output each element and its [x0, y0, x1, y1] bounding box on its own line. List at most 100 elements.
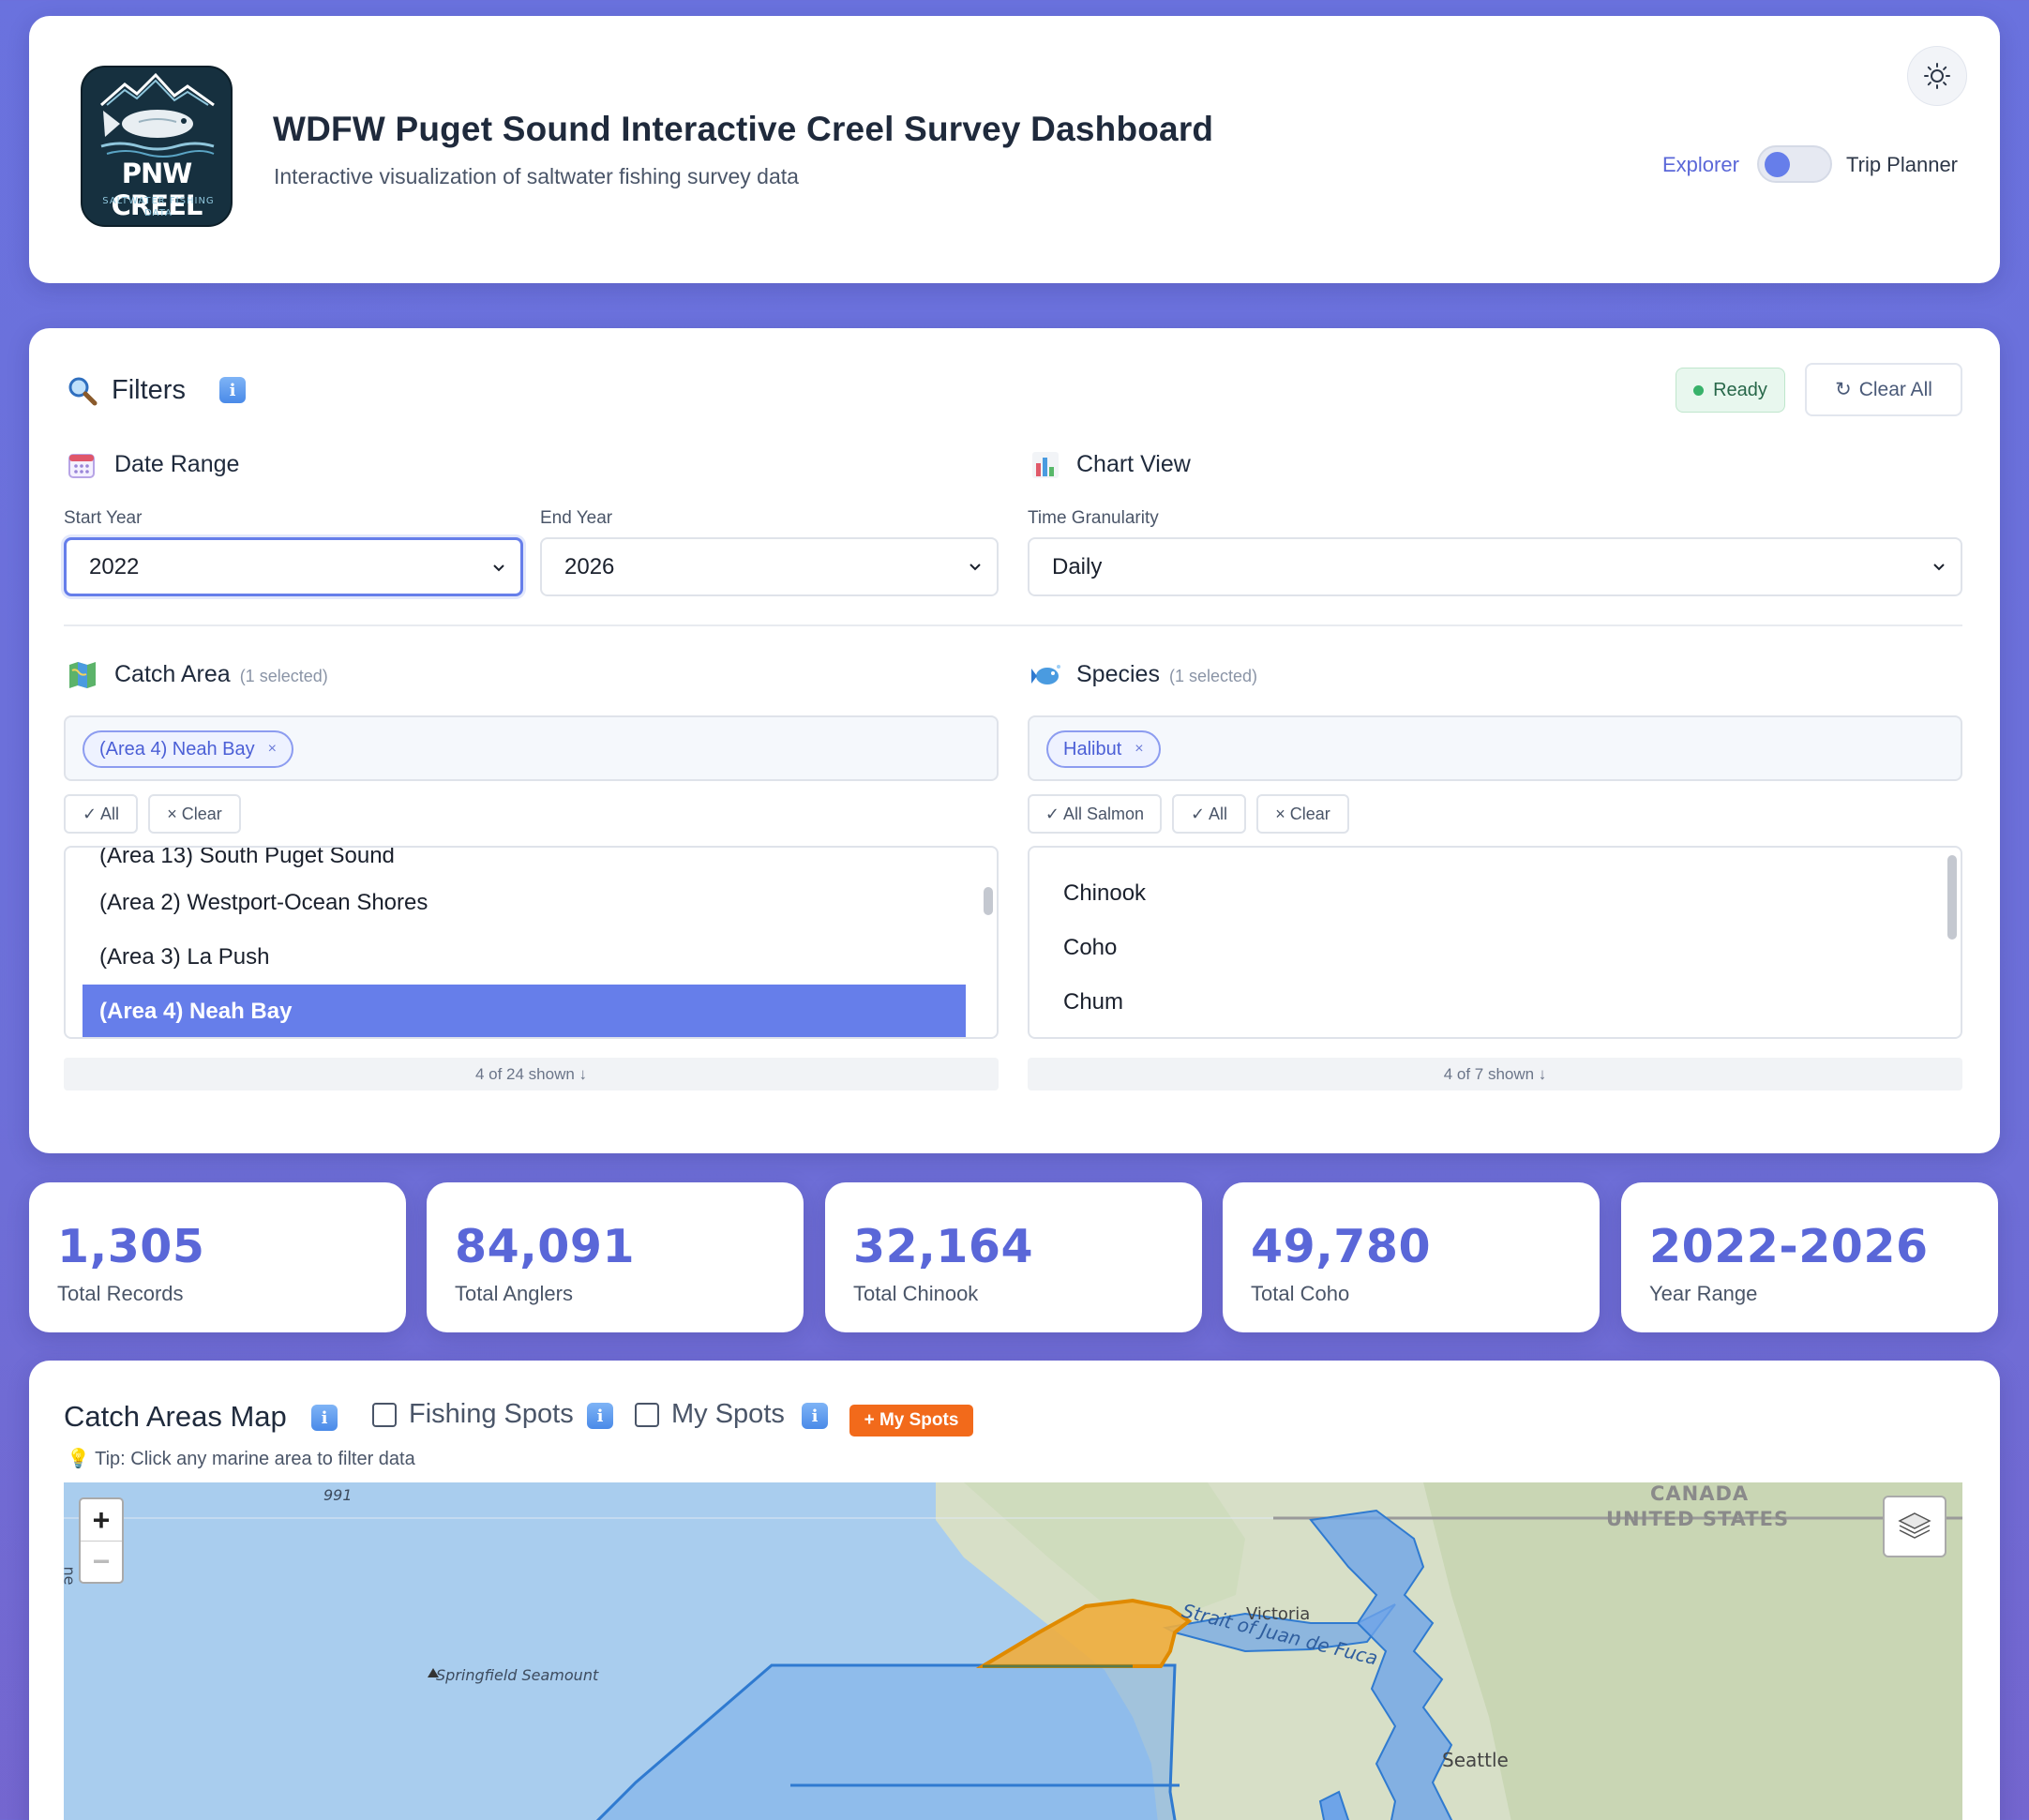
my-spots-label[interactable]: My Spots: [671, 1399, 785, 1430]
stat-value: 1,305: [57, 1220, 205, 1273]
stat-card-chinook: 32,164 Total Chinook: [825, 1182, 1202, 1332]
fishing-spots-info-icon[interactable]: i: [587, 1403, 613, 1429]
chevron-down-icon: [969, 564, 981, 571]
fishing-spots-label[interactable]: Fishing Spots: [409, 1399, 574, 1430]
start-year-select[interactable]: 2022: [64, 537, 523, 596]
map-title: Catch Areas Map: [64, 1400, 287, 1433]
page-subtitle: Interactive visualization of saltwater f…: [274, 164, 799, 188]
chip-label: Halibut: [1063, 738, 1122, 760]
area-polygon-neah-bay-selected[interactable]: [975, 1598, 1193, 1668]
calendar-icon: [68, 454, 95, 478]
clear-all-label: Clear All: [1858, 378, 1932, 400]
species-title: Species (1 selected): [1076, 661, 1257, 688]
magnifier-icon: [68, 377, 98, 406]
filters-title: Filters: [112, 375, 186, 405]
my-spots-info-icon[interactable]: i: [802, 1403, 828, 1429]
remove-chip-icon[interactable]: ×: [268, 741, 277, 758]
stat-value: 32,164: [853, 1220, 1034, 1273]
status-dot-icon: [1693, 384, 1705, 396]
start-year-value: 2022: [89, 553, 140, 579]
catch-area-list[interactable]: (Area 13) South Puget Sound (Area 2) Wes…: [64, 846, 999, 1039]
bar-chart-icon: [1032, 452, 1059, 478]
stat-value: 49,780: [1251, 1220, 1432, 1273]
granularity-select[interactable]: Daily: [1028, 537, 1962, 596]
list-item[interactable]: (Area 3) La Push: [83, 930, 966, 985]
add-my-spots-button[interactable]: + My Spots: [849, 1405, 973, 1436]
seamount-label: Springfield Seamount: [436, 1666, 599, 1684]
granularity-label: Time Granularity: [1028, 508, 1159, 528]
list-item[interactable]: (Area 2) Westport-Ocean Shores: [83, 876, 966, 930]
granularity-value: Daily: [1052, 553, 1103, 579]
mode-trip-planner-label[interactable]: Trip Planner: [1846, 153, 1958, 177]
end-year-label: End Year: [540, 508, 613, 528]
species-title-text: Species: [1076, 661, 1160, 687]
map-tip: 💡 Tip: Click any marine area to filter d…: [67, 1447, 415, 1470]
species-chip-box[interactable]: Halibut ×: [1028, 715, 1962, 781]
list-item[interactable]: Chum: [1046, 975, 1930, 1030]
date-range-title: Date Range: [114, 451, 240, 477]
filters-divider: [64, 624, 1962, 626]
stat-value: 84,091: [455, 1220, 636, 1273]
mode-toggle-switch[interactable]: [1757, 145, 1832, 183]
species-all-button[interactable]: ✓ All: [1172, 794, 1246, 834]
catch-area-chip[interactable]: (Area 4) Neah Bay ×: [83, 730, 293, 768]
lightbulb-icon: 💡: [67, 1449, 90, 1469]
list-item[interactable]: Coho: [1046, 921, 1930, 975]
catch-areas-map[interactable]: 991 ne Springfield Seamount Victoria Sea…: [64, 1482, 1962, 1820]
species-clear-button[interactable]: × Clear: [1256, 794, 1349, 834]
species-shown-count: 4 of 7 shown ↓: [1028, 1058, 1962, 1090]
theme-toggle-button[interactable]: [1907, 46, 1967, 106]
stat-label: Total Anglers: [455, 1282, 573, 1305]
catch-area-scrollbar[interactable]: [984, 853, 993, 1031]
species-list[interactable]: Chinook Coho Chum: [1028, 846, 1962, 1039]
catch-area-chip-box[interactable]: (Area 4) Neah Bay ×: [64, 715, 999, 781]
map-info-icon[interactable]: i: [311, 1405, 338, 1431]
header-card: PNW CREEL SALTWATER FISHING DATA WDFW Pu…: [29, 16, 2000, 283]
status-text: Ready: [1713, 379, 1767, 400]
stat-card-year-range: 2022-2026 Year Range: [1621, 1182, 1998, 1332]
clear-all-button[interactable]: ↻ Clear All: [1805, 363, 1962, 416]
stat-label: Total Records: [57, 1282, 184, 1305]
fish-icon: [1031, 665, 1060, 684]
mode-explorer-label[interactable]: Explorer: [1662, 153, 1739, 177]
list-item-selected[interactable]: (Area 4) Neah Bay: [83, 985, 966, 1037]
chip-label: (Area 4) Neah Bay: [99, 738, 255, 760]
map-tip-text: Tip: Click any marine area to filter dat…: [95, 1449, 415, 1469]
area-polygon-ocean[interactable]: [570, 1663, 1180, 1820]
remove-chip-icon[interactable]: ×: [1135, 741, 1143, 758]
list-item[interactable]: Chinook: [1046, 866, 1930, 921]
map-edge-label: ne: [64, 1566, 79, 1586]
catch-area-shown-count: 4 of 24 shown ↓: [64, 1058, 999, 1090]
catch-area-clear-button[interactable]: × Clear: [148, 794, 241, 834]
canada-label: CANADA: [1650, 1482, 1750, 1505]
scrollbar-thumb[interactable]: [984, 887, 993, 915]
end-year-select[interactable]: 2026: [540, 537, 999, 596]
scrollbar-thumb[interactable]: [1947, 855, 1957, 940]
zoom-out-button[interactable]: −: [81, 1541, 122, 1582]
zoom-in-button[interactable]: +: [81, 1499, 122, 1541]
map-card: Catch Areas Map i Fishing Spots i My Spo…: [29, 1361, 2000, 1820]
species-chip[interactable]: Halibut ×: [1046, 730, 1161, 768]
start-year-label: Start Year: [64, 508, 143, 528]
fishing-spots-checkbox[interactable]: [372, 1403, 397, 1427]
stat-card-anglers: 84,091 Total Anglers: [427, 1182, 804, 1332]
map-icon: [69, 662, 96, 688]
layers-icon: [1898, 1512, 1931, 1539]
filters-card: Filters i Ready ↻ Clear All Date Range S…: [29, 328, 2000, 1153]
sun-icon: [1924, 63, 1950, 89]
catch-area-title-text: Catch Area: [114, 661, 231, 687]
species-scrollbar[interactable]: [1947, 853, 1957, 1031]
stat-value: 2022-2026: [1649, 1220, 1929, 1273]
species-count: (1 selected): [1168, 667, 1257, 685]
app-logo: PNW CREEL SALTWATER FISHING DATA: [81, 66, 233, 227]
map-canvas[interactable]: [64, 1482, 1962, 1820]
chevron-down-icon: [493, 564, 504, 572]
filters-info-icon[interactable]: i: [219, 377, 246, 403]
page-title: WDFW Puget Sound Interactive Creel Surve…: [273, 110, 1214, 148]
toggle-knob: [1765, 152, 1790, 177]
layers-button[interactable]: [1883, 1496, 1946, 1557]
catch-area-all-button[interactable]: ✓ All: [64, 794, 138, 834]
my-spots-checkbox[interactable]: [635, 1403, 659, 1427]
species-all-salmon-button[interactable]: ✓ All Salmon: [1028, 794, 1162, 834]
stat-card-coho: 49,780 Total Coho: [1223, 1182, 1600, 1332]
